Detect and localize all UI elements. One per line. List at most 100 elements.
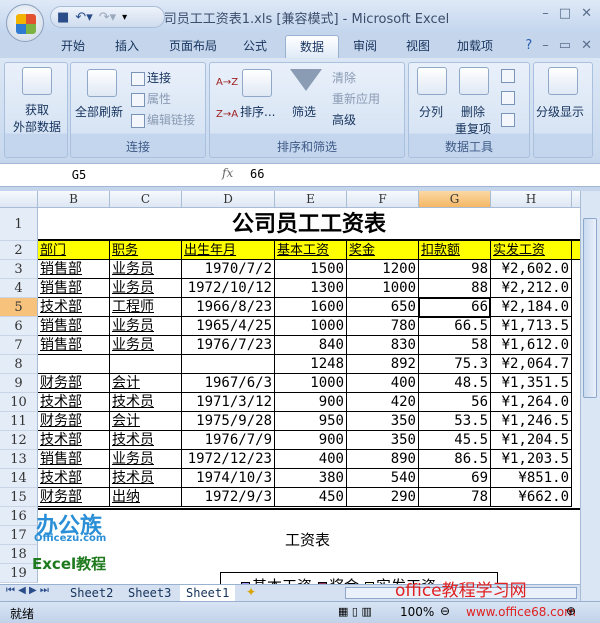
zoom-level[interactable]: 100%: [400, 605, 434, 619]
remove-duplicates-button[interactable]: 删除 重复项: [455, 103, 491, 137]
minimize-workbook-button[interactable]: –: [542, 38, 549, 53]
table-cell[interactable]: 350: [347, 431, 419, 450]
filter-button[interactable]: 筛选: [292, 103, 316, 120]
properties-button[interactable]: 属性: [131, 90, 171, 107]
table-cell[interactable]: [38, 355, 110, 374]
table-cell[interactable]: 45.5: [419, 431, 491, 450]
table-cell[interactable]: 财务部: [38, 488, 110, 507]
table-cell[interactable]: 420: [347, 393, 419, 412]
table-cell[interactable]: 1000: [275, 374, 347, 393]
table-cell[interactable]: 88: [419, 279, 491, 298]
get-external-data-button[interactable]: 获取 外部数据: [10, 101, 64, 135]
header-cell-overflow[interactable]: [572, 241, 580, 260]
table-cell[interactable]: 53.5: [419, 412, 491, 431]
table-cell[interactable]: 78: [419, 488, 491, 507]
sheet-tab-Sheet2[interactable]: Sheet2: [64, 585, 119, 601]
table-cell[interactable]: 1967/6/3: [182, 374, 275, 393]
table-cell[interactable]: 350: [347, 412, 419, 431]
row-header-8[interactable]: 8: [0, 355, 38, 374]
column-header-E[interactable]: E: [275, 191, 347, 208]
insert-sheet-icon[interactable]: ✦: [246, 585, 256, 599]
table-cell[interactable]: 技术员: [110, 431, 182, 450]
edit-links-button[interactable]: 编辑链接: [131, 111, 195, 128]
table-cell[interactable]: 销售部: [38, 260, 110, 279]
table-cell[interactable]: [182, 355, 275, 374]
table-cell[interactable]: 840: [275, 336, 347, 355]
header-cell[interactable]: 职务: [110, 241, 182, 260]
header-cell[interactable]: 奖金: [347, 241, 419, 260]
table-cell[interactable]: 出纳: [110, 488, 182, 507]
select-all-corner[interactable]: [0, 191, 38, 208]
row-header-7[interactable]: 7: [0, 336, 38, 355]
table-cell[interactable]: 会计: [110, 412, 182, 431]
table-cell[interactable]: 技术员: [110, 393, 182, 412]
vertical-scroll-thumb[interactable]: [583, 218, 597, 398]
table-cell[interactable]: ¥1,351.5: [491, 374, 572, 393]
row-header-5[interactable]: 5: [0, 298, 38, 317]
row-header-10[interactable]: 10: [0, 393, 38, 412]
refresh-all-button[interactable]: 全部刷新: [75, 103, 123, 120]
table-cell[interactable]: 290: [347, 488, 419, 507]
table-cell[interactable]: 69: [419, 469, 491, 488]
row-header-11[interactable]: 11: [0, 412, 38, 431]
table-cell[interactable]: 技术部: [38, 469, 110, 488]
table-cell[interactable]: 1200: [347, 260, 419, 279]
table-cell[interactable]: ¥1,246.5: [491, 412, 572, 431]
text-to-columns-button[interactable]: 分列: [419, 103, 443, 120]
column-header-D[interactable]: D: [182, 191, 275, 208]
table-cell[interactable]: 780: [347, 317, 419, 336]
sort-ascending-button[interactable]: A→Z: [216, 77, 238, 88]
table-cell[interactable]: 业务员: [110, 317, 182, 336]
sort-button[interactable]: 排序...: [240, 103, 275, 120]
view-buttons[interactable]: ▦ ▯ ▥: [338, 605, 372, 618]
minimize-button[interactable]: –: [542, 6, 549, 21]
table-cell[interactable]: 890: [347, 450, 419, 469]
table-cell[interactable]: 销售部: [38, 336, 110, 355]
table-cell[interactable]: 业务员: [110, 260, 182, 279]
table-cell[interactable]: 1000: [275, 317, 347, 336]
table-cell[interactable]: 业务员: [110, 450, 182, 469]
table-cell[interactable]: 86.5: [419, 450, 491, 469]
table-cell[interactable]: 1248: [275, 355, 347, 374]
row-header-13[interactable]: 13: [0, 450, 38, 469]
table-cell[interactable]: 1972/10/12: [182, 279, 275, 298]
sheet-nav-icon[interactable]: ⏮ ◀ ▶ ⏭: [6, 585, 49, 596]
table-cell[interactable]: ¥2,184.0: [491, 298, 572, 317]
table-cell[interactable]: ¥2,602.0: [491, 260, 572, 279]
table-cell[interactable]: 业务员: [110, 279, 182, 298]
table-cell[interactable]: 技术部: [38, 431, 110, 450]
undo-icon[interactable]: ↶▾: [75, 10, 92, 25]
table-cell[interactable]: 技术部: [38, 298, 110, 317]
table-cell[interactable]: [110, 355, 182, 374]
table-cell[interactable]: ¥1,612.0: [491, 336, 572, 355]
sheet-tab-Sheet3[interactable]: Sheet3: [122, 585, 177, 601]
table-cell[interactable]: 380: [275, 469, 347, 488]
row-header-6[interactable]: 6: [0, 317, 38, 336]
table-cell[interactable]: 900: [275, 393, 347, 412]
table-cell[interactable]: ¥851.0: [491, 469, 572, 488]
tab-6[interactable]: 视图: [395, 35, 441, 58]
header-cell[interactable]: 扣款额: [419, 241, 491, 260]
table-cell[interactable]: 销售部: [38, 317, 110, 336]
row-header-1[interactable]: 1: [0, 208, 38, 241]
table-cell[interactable]: 48.5: [419, 374, 491, 393]
name-box[interactable]: G5: [4, 166, 154, 185]
connections-button[interactable]: 连接: [131, 69, 171, 86]
header-cell[interactable]: 部门: [38, 241, 110, 260]
tab-5[interactable]: 审阅: [342, 35, 388, 58]
table-cell[interactable]: 1500: [275, 260, 347, 279]
tab-7[interactable]: 加载项: [446, 35, 504, 58]
table-cell[interactable]: 1974/10/3: [182, 469, 275, 488]
formula-input[interactable]: 66: [250, 167, 264, 181]
table-cell[interactable]: 56: [419, 393, 491, 412]
data-validation-icon[interactable]: [501, 69, 515, 83]
chart[interactable]: 工资表基本工资奖金实发工资: [180, 517, 580, 584]
table-cell[interactable]: 58: [419, 336, 491, 355]
table-cell[interactable]: 1976/7/23: [182, 336, 275, 355]
header-cell[interactable]: 出生年月: [182, 241, 275, 260]
table-cell[interactable]: 财务部: [38, 412, 110, 431]
tab-4[interactable]: 数据: [285, 35, 339, 58]
save-icon[interactable]: ■: [57, 10, 69, 25]
column-header-I[interactable]: [572, 191, 580, 208]
office-button[interactable]: [6, 4, 44, 42]
